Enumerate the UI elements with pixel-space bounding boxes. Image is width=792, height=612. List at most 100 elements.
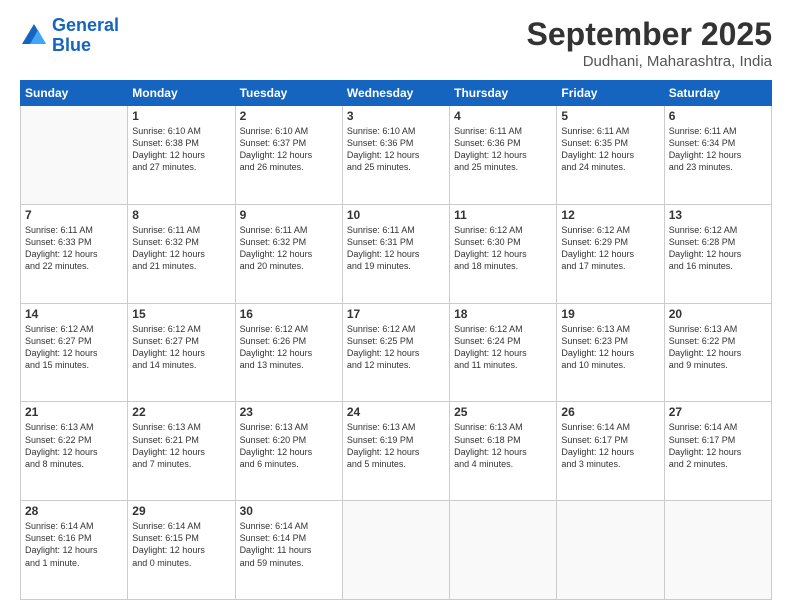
day-number: 6 [669, 109, 767, 123]
day-info: Sunrise: 6:12 AM Sunset: 6:30 PM Dayligh… [454, 224, 552, 273]
day-info: Sunrise: 6:10 AM Sunset: 6:36 PM Dayligh… [347, 125, 445, 174]
day-number: 28 [25, 504, 123, 518]
calendar-week-row: 14 Sunrise: 6:12 AM Sunset: 6:27 PM Dayli… [21, 303, 772, 402]
calendar-cell: 18 Sunrise: 6:12 AM Sunset: 6:24 PM Dayli… [450, 303, 557, 402]
calendar-header-row: SundayMondayTuesdayWednesdayThursdayFrid… [21, 81, 772, 106]
day-number: 7 [25, 208, 123, 222]
day-number: 11 [454, 208, 552, 222]
day-number: 27 [669, 405, 767, 419]
day-info: Sunrise: 6:13 AM Sunset: 6:23 PM Dayligh… [561, 323, 659, 372]
calendar-cell: 13 Sunrise: 6:12 AM Sunset: 6:28 PM Dayli… [664, 204, 771, 303]
day-number: 16 [240, 307, 338, 321]
day-info: Sunrise: 6:11 AM Sunset: 6:32 PM Dayligh… [240, 224, 338, 273]
title-block: September 2025 Dudhani, Maharashtra, Ind… [527, 16, 772, 70]
day-info: Sunrise: 6:14 AM Sunset: 6:17 PM Dayligh… [669, 421, 767, 470]
month-title: September 2025 [527, 16, 772, 53]
day-info: Sunrise: 6:13 AM Sunset: 6:20 PM Dayligh… [240, 421, 338, 470]
calendar-cell: 25 Sunrise: 6:13 AM Sunset: 6:18 PM Dayli… [450, 402, 557, 501]
calendar-cell: 10 Sunrise: 6:11 AM Sunset: 6:31 PM Dayli… [342, 204, 449, 303]
day-info: Sunrise: 6:12 AM Sunset: 6:25 PM Dayligh… [347, 323, 445, 372]
day-info: Sunrise: 6:13 AM Sunset: 6:22 PM Dayligh… [669, 323, 767, 372]
calendar-cell: 29Sunrise: 6:14 AM Sunset: 6:15 PM Dayli… [128, 501, 235, 600]
day-info: Sunrise: 6:11 AM Sunset: 6:33 PM Dayligh… [25, 224, 123, 273]
calendar-cell: 23 Sunrise: 6:13 AM Sunset: 6:20 PM Dayli… [235, 402, 342, 501]
day-number: 8 [132, 208, 230, 222]
calendar-cell: 9Sunrise: 6:11 AM Sunset: 6:32 PM Daylig… [235, 204, 342, 303]
calendar-cell: 8Sunrise: 6:11 AM Sunset: 6:32 PM Daylig… [128, 204, 235, 303]
day-info: Sunrise: 6:13 AM Sunset: 6:21 PM Dayligh… [132, 421, 230, 470]
day-header-tuesday: Tuesday [235, 81, 342, 106]
day-number: 5 [561, 109, 659, 123]
day-number: 3 [347, 109, 445, 123]
calendar-cell [557, 501, 664, 600]
calendar-cell: 27 Sunrise: 6:14 AM Sunset: 6:17 PM Dayli… [664, 402, 771, 501]
day-header-monday: Monday [128, 81, 235, 106]
header: General Blue September 2025 Dudhani, Mah… [20, 16, 772, 70]
day-info: Sunrise: 6:11 AM Sunset: 6:36 PM Dayligh… [454, 125, 552, 174]
calendar-cell: 15 Sunrise: 6:12 AM Sunset: 6:27 PM Dayli… [128, 303, 235, 402]
day-number: 26 [561, 405, 659, 419]
calendar-cell [21, 106, 128, 205]
day-number: 29 [132, 504, 230, 518]
day-info: Sunrise: 6:11 AM Sunset: 6:35 PM Dayligh… [561, 125, 659, 174]
day-header-sunday: Sunday [21, 81, 128, 106]
day-header-thursday: Thursday [450, 81, 557, 106]
calendar-cell [342, 501, 449, 600]
day-number: 15 [132, 307, 230, 321]
calendar-cell: 26Sunrise: 6:14 AM Sunset: 6:17 PM Dayli… [557, 402, 664, 501]
calendar-cell: 14 Sunrise: 6:12 AM Sunset: 6:27 PM Dayli… [21, 303, 128, 402]
calendar-cell: 17Sunrise: 6:12 AM Sunset: 6:25 PM Dayli… [342, 303, 449, 402]
day-number: 18 [454, 307, 552, 321]
calendar-cell: 16 Sunrise: 6:12 AM Sunset: 6:26 PM Dayli… [235, 303, 342, 402]
calendar-week-row: 1 Sunrise: 6:10 AM Sunset: 6:38 PM Daylig… [21, 106, 772, 205]
day-header-wednesday: Wednesday [342, 81, 449, 106]
location: Dudhani, Maharashtra, India [527, 53, 772, 70]
calendar-cell: 6 Sunrise: 6:11 AM Sunset: 6:34 PM Daylig… [664, 106, 771, 205]
calendar-week-row: 21Sunrise: 6:13 AM Sunset: 6:22 PM Dayli… [21, 402, 772, 501]
day-info: Sunrise: 6:10 AM Sunset: 6:38 PM Dayligh… [132, 125, 230, 174]
day-number: 30 [240, 504, 338, 518]
calendar-cell [450, 501, 557, 600]
page: General Blue September 2025 Dudhani, Mah… [0, 0, 792, 612]
day-info: Sunrise: 6:14 AM Sunset: 6:16 PM Dayligh… [25, 520, 123, 569]
calendar-cell: 12Sunrise: 6:12 AM Sunset: 6:29 PM Dayli… [557, 204, 664, 303]
calendar-cell: 11 Sunrise: 6:12 AM Sunset: 6:30 PM Dayli… [450, 204, 557, 303]
day-info: Sunrise: 6:12 AM Sunset: 6:27 PM Dayligh… [132, 323, 230, 372]
day-number: 10 [347, 208, 445, 222]
day-info: Sunrise: 6:13 AM Sunset: 6:18 PM Dayligh… [454, 421, 552, 470]
day-number: 24 [347, 405, 445, 419]
logo: General Blue [20, 16, 119, 56]
day-info: Sunrise: 6:12 AM Sunset: 6:26 PM Dayligh… [240, 323, 338, 372]
calendar-cell: 28 Sunrise: 6:14 AM Sunset: 6:16 PM Dayli… [21, 501, 128, 600]
day-number: 2 [240, 109, 338, 123]
calendar-week-row: 7 Sunrise: 6:11 AM Sunset: 6:33 PM Daylig… [21, 204, 772, 303]
day-info: Sunrise: 6:12 AM Sunset: 6:27 PM Dayligh… [25, 323, 123, 372]
calendar-cell: 21Sunrise: 6:13 AM Sunset: 6:22 PM Dayli… [21, 402, 128, 501]
day-info: Sunrise: 6:12 AM Sunset: 6:24 PM Dayligh… [454, 323, 552, 372]
day-info: Sunrise: 6:10 AM Sunset: 6:37 PM Dayligh… [240, 125, 338, 174]
day-header-saturday: Saturday [664, 81, 771, 106]
logo-text: General Blue [52, 16, 119, 56]
day-number: 1 [132, 109, 230, 123]
calendar-cell: 2 Sunrise: 6:10 AM Sunset: 6:37 PM Daylig… [235, 106, 342, 205]
calendar-cell: 24 Sunrise: 6:13 AM Sunset: 6:19 PM Dayli… [342, 402, 449, 501]
day-info: Sunrise: 6:11 AM Sunset: 6:31 PM Dayligh… [347, 224, 445, 273]
calendar-cell: 30Sunrise: 6:14 AM Sunset: 6:14 PM Dayli… [235, 501, 342, 600]
day-number: 14 [25, 307, 123, 321]
logo-line1: General [52, 15, 119, 35]
calendar-cell: 1 Sunrise: 6:10 AM Sunset: 6:38 PM Daylig… [128, 106, 235, 205]
day-number: 25 [454, 405, 552, 419]
calendar-cell: 3 Sunrise: 6:10 AM Sunset: 6:36 PM Daylig… [342, 106, 449, 205]
calendar-cell: 20Sunrise: 6:13 AM Sunset: 6:22 PM Dayli… [664, 303, 771, 402]
day-info: Sunrise: 6:13 AM Sunset: 6:19 PM Dayligh… [347, 421, 445, 470]
day-number: 13 [669, 208, 767, 222]
calendar-cell: 5 Sunrise: 6:11 AM Sunset: 6:35 PM Daylig… [557, 106, 664, 205]
logo-icon [20, 22, 48, 50]
day-info: Sunrise: 6:12 AM Sunset: 6:28 PM Dayligh… [669, 224, 767, 273]
day-number: 23 [240, 405, 338, 419]
calendar-cell [664, 501, 771, 600]
calendar-cell: 7 Sunrise: 6:11 AM Sunset: 6:33 PM Daylig… [21, 204, 128, 303]
calendar-cell: 4Sunrise: 6:11 AM Sunset: 6:36 PM Daylig… [450, 106, 557, 205]
day-info: Sunrise: 6:11 AM Sunset: 6:34 PM Dayligh… [669, 125, 767, 174]
calendar-week-row: 28 Sunrise: 6:14 AM Sunset: 6:16 PM Dayli… [21, 501, 772, 600]
